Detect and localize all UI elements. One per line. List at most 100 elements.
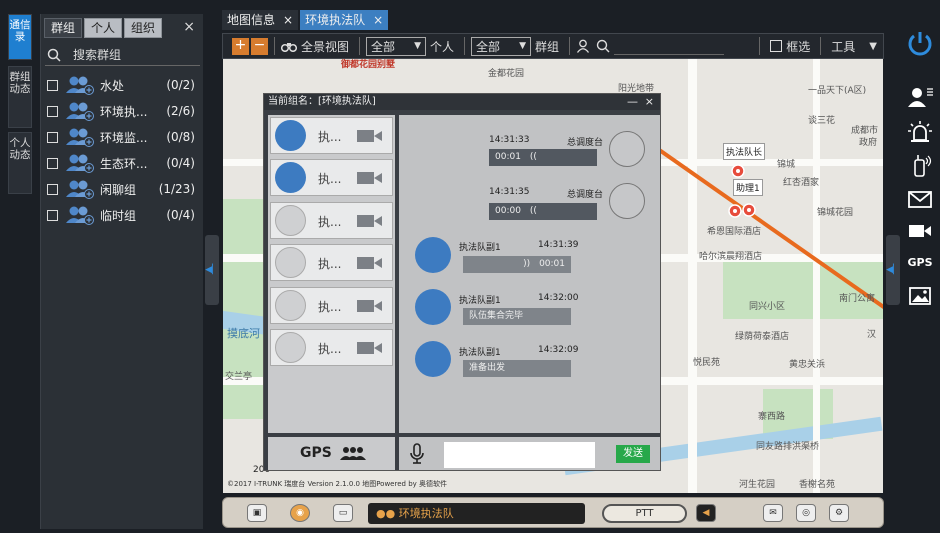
checkbox[interactable] xyxy=(47,79,58,91)
minimize-button[interactable]: — xyxy=(627,94,638,110)
map-label: 御都花园别墅 xyxy=(341,60,396,70)
message-time: 14:31:35 xyxy=(489,187,530,197)
member-item[interactable]: 执... xyxy=(270,202,393,239)
video-camera-icon[interactable] xyxy=(357,214,383,228)
vtab-contacts[interactable]: 通信录 xyxy=(8,14,32,60)
filter-select-1[interactable]: 全部 ▼ xyxy=(366,36,427,56)
member-item[interactable]: 执... xyxy=(270,159,393,196)
map-label: 交兰亭 xyxy=(225,372,253,382)
ptt-button[interactable]: PTT xyxy=(602,504,687,523)
member-item[interactable]: 执... xyxy=(270,287,393,324)
bottom-settings-icon[interactable]: ⚙ xyxy=(829,504,849,522)
video-camera-icon[interactable] xyxy=(357,299,383,313)
list-item[interactable]: 环境执... (2/6) xyxy=(47,98,199,124)
close-icon[interactable]: × xyxy=(283,11,293,30)
video-camera-icon[interactable] xyxy=(357,256,383,270)
map-search-input[interactable] xyxy=(614,37,725,55)
chevron-left-icon: ◀▏ xyxy=(886,265,900,275)
mail-icon[interactable] xyxy=(905,190,935,208)
map-label: 绿荫荷泰酒店 xyxy=(735,332,790,342)
member-item[interactable]: 执... xyxy=(270,117,393,154)
person-icon[interactable] xyxy=(576,39,590,53)
text-message[interactable]: 队伍集合完毕 xyxy=(463,308,571,325)
gps-button[interactable]: GPS xyxy=(905,256,935,269)
radio-device-icon[interactable] xyxy=(905,154,935,178)
tools-menu-button[interactable]: 工具 xyxy=(831,38,855,55)
collapse-left-panel-button[interactable]: ◀▏ xyxy=(205,235,219,305)
tab-map-info[interactable]: 地图信息 × xyxy=(222,10,299,30)
tab-label: 环境执法队 xyxy=(305,12,366,27)
map-label: 汉 xyxy=(867,330,877,340)
member-item[interactable]: 执... xyxy=(270,244,393,281)
collapse-right-panel-button[interactable]: ◀▏ xyxy=(886,235,900,305)
video-camera-icon[interactable] xyxy=(905,222,935,240)
text-message[interactable]: 准备出发 xyxy=(463,360,571,377)
avatar xyxy=(275,332,306,363)
avatar xyxy=(415,341,451,377)
voice-wave-icon: )) xyxy=(523,259,531,269)
map-pin-icon[interactable] xyxy=(742,203,756,217)
avatar xyxy=(275,162,306,193)
checkbox[interactable] xyxy=(47,209,58,221)
send-button[interactable]: 发送 xyxy=(616,445,650,463)
group-search[interactable]: 搜索群组 xyxy=(45,44,200,66)
group-name: 生态环... xyxy=(100,156,148,171)
gps-button[interactable]: GPS xyxy=(300,445,332,461)
checkbox[interactable] xyxy=(47,183,58,195)
close-button[interactable]: × xyxy=(645,94,654,110)
search-icon[interactable] xyxy=(596,39,610,53)
group-label: 群组 xyxy=(535,39,560,54)
bottom-screen-icon[interactable]: ▭ xyxy=(333,504,353,522)
image-icon[interactable] xyxy=(905,286,935,306)
microphone-icon[interactable] xyxy=(409,443,425,465)
close-icon[interactable]: × xyxy=(373,11,383,30)
user-list-icon[interactable] xyxy=(905,86,935,108)
member-item[interactable]: 执... xyxy=(270,329,393,366)
select-value: 全部 xyxy=(476,39,501,54)
square-select-icon[interactable] xyxy=(770,40,783,52)
bottom-mail-icon[interactable]: ✉ xyxy=(763,504,783,522)
box-select-button[interactable]: 框选 xyxy=(786,38,810,55)
bottom-image-icon[interactable]: ▣ xyxy=(247,504,267,522)
video-camera-icon[interactable] xyxy=(357,129,383,143)
tab-enforcement-team[interactable]: 环境执法队 × xyxy=(300,10,389,30)
list-item[interactable]: 水处 (0/2) xyxy=(47,72,199,98)
voice-message[interactable]: 00:00 (( xyxy=(489,203,597,220)
bottom-alert-icon[interactable]: ◉ xyxy=(290,504,310,522)
list-item[interactable]: 闲聊组 (1/23) xyxy=(47,176,199,202)
tab-groups[interactable]: 群组 xyxy=(44,18,83,38)
vtab-personal-activity[interactable]: 个人动态 xyxy=(8,132,32,194)
group-users-icon[interactable] xyxy=(340,446,366,462)
video-camera-icon[interactable] xyxy=(357,341,383,355)
member-name: 执... xyxy=(318,342,342,356)
video-camera-icon[interactable] xyxy=(357,171,383,185)
close-icon[interactable]: × xyxy=(183,19,195,35)
filter-select-2[interactable]: 全部 ▼ xyxy=(471,36,532,56)
tab-organization[interactable]: 组织 xyxy=(124,18,163,38)
current-channel[interactable]: ●● 环境执法队 xyxy=(368,503,585,524)
alarm-light-icon[interactable] xyxy=(905,120,935,142)
map-label: 一品天下(A区) xyxy=(808,86,867,96)
vtab-group-activity[interactable]: 群组动态 xyxy=(8,66,32,128)
speaker-icon[interactable]: ◀ xyxy=(696,504,716,522)
voice-message[interactable]: 00:01 (( xyxy=(489,149,597,166)
list-item[interactable]: 环境监... (0/8) xyxy=(47,124,199,150)
checkbox[interactable] xyxy=(47,157,58,169)
checkbox[interactable] xyxy=(47,105,58,117)
checkbox[interactable] xyxy=(47,131,58,143)
zoom-out-button[interactable]: − xyxy=(251,37,268,55)
panorama-button[interactable]: 全景视图 xyxy=(301,38,349,55)
bottom-group-icon[interactable]: ◎ xyxy=(796,504,816,522)
message-input[interactable] xyxy=(444,442,595,468)
list-item[interactable]: 临时组 (0/4) xyxy=(47,202,199,228)
voice-duration: 00:01 xyxy=(495,152,521,162)
tab-personal[interactable]: 个人 xyxy=(84,18,123,38)
group-name: 环境监... xyxy=(100,130,148,145)
zoom-in-button[interactable]: + xyxy=(232,37,249,55)
map-label: 锦城 xyxy=(777,160,796,170)
chat-title-bar: 当前组名：[环境执法队] — × xyxy=(264,94,660,110)
group-count: (2/6) xyxy=(166,104,195,118)
voice-message[interactable]: )) 00:01 xyxy=(463,256,571,273)
power-icon[interactable] xyxy=(905,30,935,58)
list-item[interactable]: 生态环... (0/4) xyxy=(47,150,199,176)
